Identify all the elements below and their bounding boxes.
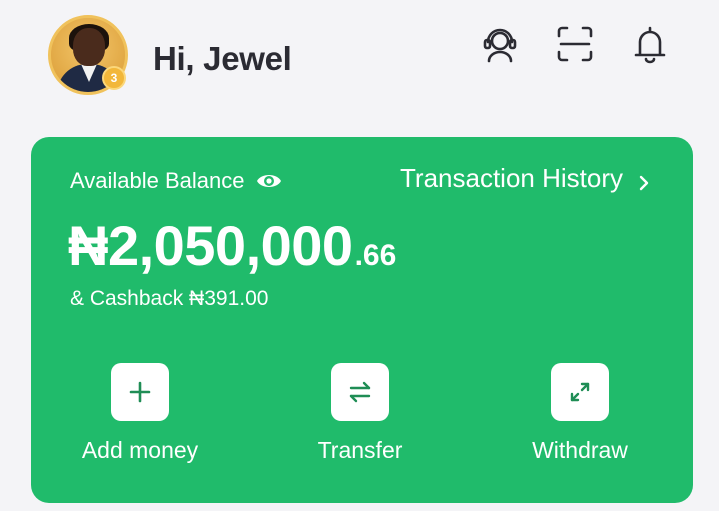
balance-card: Available Balance Transaction History ₦2… (31, 137, 693, 503)
plus-icon[interactable] (111, 363, 169, 421)
cashback-text: & Cashback ₦391.00 (70, 287, 269, 310)
scan-icon[interactable] (555, 24, 595, 64)
transaction-history-link[interactable]: Transaction History (400, 163, 651, 194)
greeting-text: Hi, Jewel (153, 40, 292, 77)
chevron-right-icon (637, 169, 651, 190)
transfer-button[interactable]: Transfer (280, 363, 440, 464)
transfer-label: Transfer (317, 437, 403, 463)
transaction-history-label: Transaction History (400, 163, 623, 193)
balance-label: Available Balance (70, 168, 245, 193)
withdraw-button[interactable]: Withdraw (500, 363, 660, 464)
header: 3 Hi, Jewel (0, 0, 719, 110)
level-badge: 3 (102, 66, 126, 90)
balance-amount-main: ₦2,050,000 (68, 214, 353, 277)
withdraw-label: Withdraw (532, 437, 628, 463)
balance-label-row: Available Balance (70, 167, 283, 195)
transfer-arrows-icon[interactable] (331, 363, 389, 421)
support-agent-icon[interactable] (480, 24, 520, 64)
balance-amount-decimal: .66 (354, 239, 397, 272)
eye-icon[interactable] (255, 167, 283, 195)
quick-actions: Add money Transfer Withdraw (31, 363, 693, 473)
add-money-button[interactable]: Add money (60, 363, 220, 464)
home-screen: 3 Hi, Jewel Available Balance Transactio… (0, 0, 719, 511)
expand-arrows-icon[interactable] (551, 363, 609, 421)
balance-amount: ₦2,050,000 .66 (68, 213, 396, 278)
notification-bell-icon[interactable] (630, 24, 670, 64)
add-money-label: Add money (81, 437, 199, 463)
